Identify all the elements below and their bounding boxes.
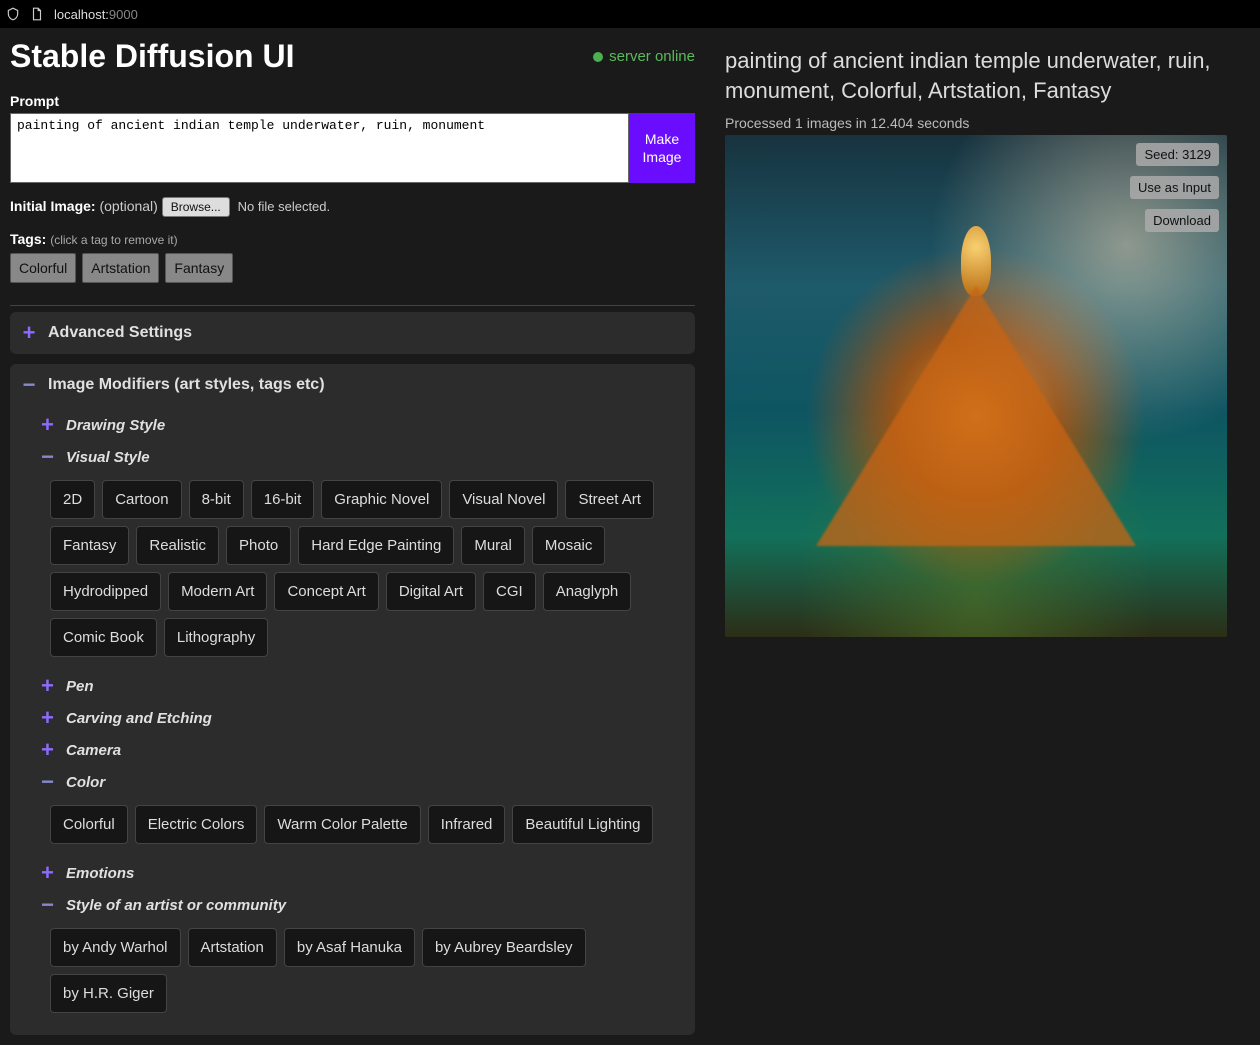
modifier-section-toggle[interactable]: −Color [20, 763, 685, 795]
result-status: Processed 1 images in 12.404 seconds [725, 115, 1250, 131]
initial-image-row: Initial Image: (optional) Browse... No f… [10, 197, 695, 217]
make-image-button[interactable]: Make Image [629, 113, 695, 183]
prompt-label: Prompt [10, 93, 695, 109]
modifier-tag[interactable]: Photo [226, 526, 291, 565]
modifier-tag[interactable]: by H.R. Giger [50, 974, 167, 1013]
modifier-sections: +Drawing Style−Visual Style2DCartoon8-bi… [10, 406, 695, 1035]
shield-icon [6, 7, 20, 21]
active-tag[interactable]: Colorful [10, 253, 76, 283]
plus-icon: + [38, 862, 56, 884]
modifier-section-label: Camera [66, 742, 121, 759]
image-modifiers-panel: − Image Modifiers (art styles, tags etc)… [10, 364, 695, 1035]
modifier-tag[interactable]: Mosaic [532, 526, 606, 565]
modifier-section-toggle[interactable]: + Pen [20, 667, 685, 699]
modifier-tag[interactable]: Mural [461, 526, 525, 565]
server-status: server online [593, 48, 695, 65]
modifier-tag[interactable]: CGI [483, 572, 536, 611]
browse-button[interactable]: Browse... [162, 197, 230, 217]
modifier-section-toggle[interactable]: + Emotions [20, 854, 685, 886]
status-dot-icon [593, 52, 603, 62]
modifier-tag[interactable]: Cartoon [102, 480, 181, 519]
result-image-wrap: Seed: 3129 Use as Input Download [725, 135, 1227, 637]
prompt-input[interactable]: painting of ancient indian temple underw… [10, 113, 629, 183]
minus-icon: − [38, 894, 56, 916]
minus-icon: − [20, 374, 38, 396]
modifier-section-label: Pen [66, 678, 94, 695]
advanced-settings-title: Advanced Settings [48, 324, 192, 342]
url[interactable]: localhost:9000 [54, 6, 138, 22]
modifier-tag[interactable]: Anaglyph [543, 572, 632, 611]
modifier-tag[interactable]: Concept Art [274, 572, 378, 611]
advanced-settings-toggle[interactable]: + Advanced Settings [10, 312, 695, 354]
modifier-tag[interactable]: Comic Book [50, 618, 157, 657]
advanced-settings-panel: + Advanced Settings [10, 312, 695, 354]
modifier-tag-list: 2DCartoon8-bit16-bitGraphic NovelVisual … [20, 470, 685, 667]
modifier-tag[interactable]: Colorful [50, 805, 128, 844]
plus-icon: + [38, 739, 56, 761]
modifier-tag[interactable]: 2D [50, 480, 95, 519]
modifier-tag[interactable]: Beautiful Lighting [512, 805, 653, 844]
modifier-tag[interactable]: Warm Color Palette [264, 805, 420, 844]
modifier-tag[interactable]: Digital Art [386, 572, 476, 611]
result-title: painting of ancient indian temple underw… [725, 46, 1250, 105]
server-status-label: server online [609, 48, 695, 65]
modifier-tag[interactable]: by Asaf Hanuka [284, 928, 415, 967]
browser-address-bar: localhost:9000 [0, 0, 1260, 28]
modifier-tag[interactable]: Artstation [188, 928, 277, 967]
divider [10, 305, 695, 306]
modifier-tag[interactable]: Visual Novel [449, 480, 558, 519]
modifier-tag[interactable]: Fantasy [50, 526, 129, 565]
minus-icon: − [38, 771, 56, 793]
no-file-label: No file selected. [238, 199, 331, 214]
tags-label: Tags: [10, 231, 46, 247]
modifier-section-toggle[interactable]: + Carving and Etching [20, 699, 685, 731]
modifier-section-toggle[interactable]: + Camera [20, 731, 685, 763]
active-tags: ColorfulArtstationFantasy [10, 253, 695, 283]
plus-icon: + [20, 322, 38, 344]
modifier-section-label: Emotions [66, 865, 134, 882]
modifier-section-toggle[interactable]: −Visual Style [20, 438, 685, 470]
initial-image-optional: (optional) [99, 198, 157, 214]
modifier-tag-list: by Andy WarholArtstationby Asaf Hanukaby… [20, 918, 685, 1023]
seed-badge: Seed: 3129 [1136, 143, 1219, 166]
modifier-tag[interactable]: Lithography [164, 618, 268, 657]
modifier-tag[interactable]: Street Art [565, 480, 654, 519]
plus-icon: + [38, 675, 56, 697]
modifier-tag[interactable]: 8-bit [189, 480, 244, 519]
url-port: 9000 [109, 7, 138, 22]
plus-icon: + [38, 707, 56, 729]
modifier-tag[interactable]: Modern Art [168, 572, 267, 611]
modifier-section-label: Style of an artist or community [66, 897, 286, 914]
page-icon [30, 7, 44, 21]
modifier-tag[interactable]: Hard Edge Painting [298, 526, 454, 565]
modifier-section-label: Drawing Style [66, 417, 165, 434]
modifier-tag[interactable]: Electric Colors [135, 805, 258, 844]
download-button[interactable]: Download [1145, 209, 1219, 232]
modifier-tag[interactable]: Graphic Novel [321, 480, 442, 519]
modifier-section-label: Color [66, 774, 105, 791]
initial-image-label: Initial Image: [10, 198, 96, 214]
minus-icon: − [38, 446, 56, 468]
image-modifiers-toggle[interactable]: − Image Modifiers (art styles, tags etc) [10, 364, 695, 406]
image-modifiers-title: Image Modifiers (art styles, tags etc) [48, 376, 325, 394]
modifier-tag[interactable]: Hydrodipped [50, 572, 161, 611]
tags-hint: (click a tag to remove it) [50, 233, 177, 247]
modifier-tag-list: ColorfulElectric ColorsWarm Color Palett… [20, 795, 685, 854]
url-host: localhost: [54, 7, 109, 22]
modifier-tag[interactable]: by Andy Warhol [50, 928, 181, 967]
active-tag[interactable]: Fantasy [165, 253, 233, 283]
active-tag[interactable]: Artstation [82, 253, 159, 283]
modifier-section-toggle[interactable]: −Style of an artist or community [20, 886, 685, 918]
modifier-tag[interactable]: 16-bit [251, 480, 315, 519]
modifier-tag[interactable]: Infrared [428, 805, 506, 844]
modifier-section-label: Carving and Etching [66, 710, 212, 727]
use-as-input-button[interactable]: Use as Input [1130, 176, 1219, 199]
modifier-tag[interactable]: by Aubrey Beardsley [422, 928, 586, 967]
modifier-section-label: Visual Style [66, 449, 150, 466]
page-title: Stable Diffusion UI [10, 38, 294, 75]
plus-icon: + [38, 414, 56, 436]
modifier-tag[interactable]: Realistic [136, 526, 219, 565]
modifier-section-toggle[interactable]: + Drawing Style [20, 406, 685, 438]
